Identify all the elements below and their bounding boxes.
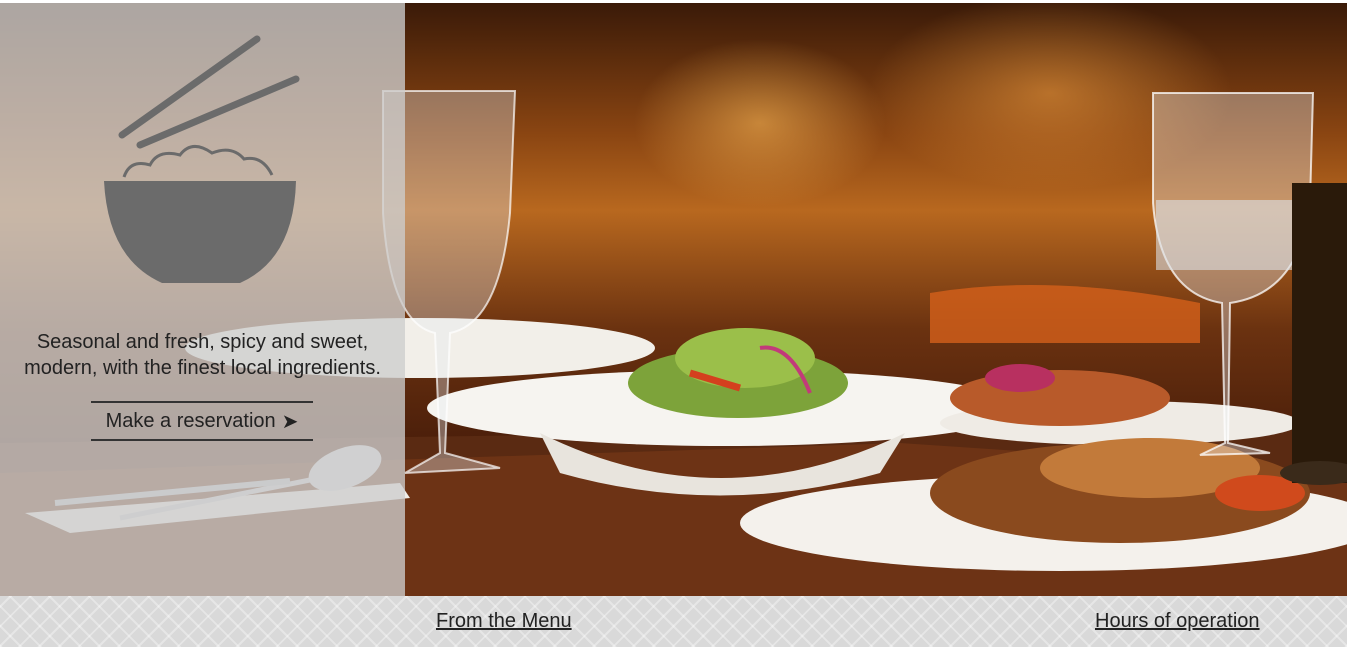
- reservation-label: Make a reservation: [105, 409, 276, 432]
- from-the-menu-link[interactable]: From the Menu: [436, 610, 572, 633]
- beet: [985, 364, 1055, 392]
- salad-top: [675, 328, 815, 388]
- tagline-line-1: Seasonal and fresh, spicy and sweet,: [36, 331, 369, 353]
- rice-bowl-chopsticks-icon: [104, 35, 300, 283]
- tagline-line-2: modern, with the finest local ingredient…: [24, 357, 381, 379]
- hero-section: Seasonal and fresh, spicy and sweet, mod…: [0, 3, 1347, 596]
- candle-holder: [1292, 183, 1347, 483]
- food-right: [950, 370, 1170, 426]
- hours-of-operation-link[interactable]: Hours of operation: [1095, 610, 1260, 633]
- intro-panel: Seasonal and fresh, spicy and sweet, mod…: [0, 3, 405, 596]
- sparkling-water: [1156, 200, 1308, 270]
- arrow-right-icon: ➤: [281, 410, 299, 433]
- wine-glass-right: [1152, 92, 1315, 456]
- tagline: Seasonal and fresh, spicy and sweet, mod…: [0, 329, 405, 381]
- make-reservation-button[interactable]: Make a reservation ➤: [91, 401, 313, 441]
- footer-nav: From the Menu Hours of operation: [0, 596, 1347, 647]
- chair: [930, 285, 1200, 343]
